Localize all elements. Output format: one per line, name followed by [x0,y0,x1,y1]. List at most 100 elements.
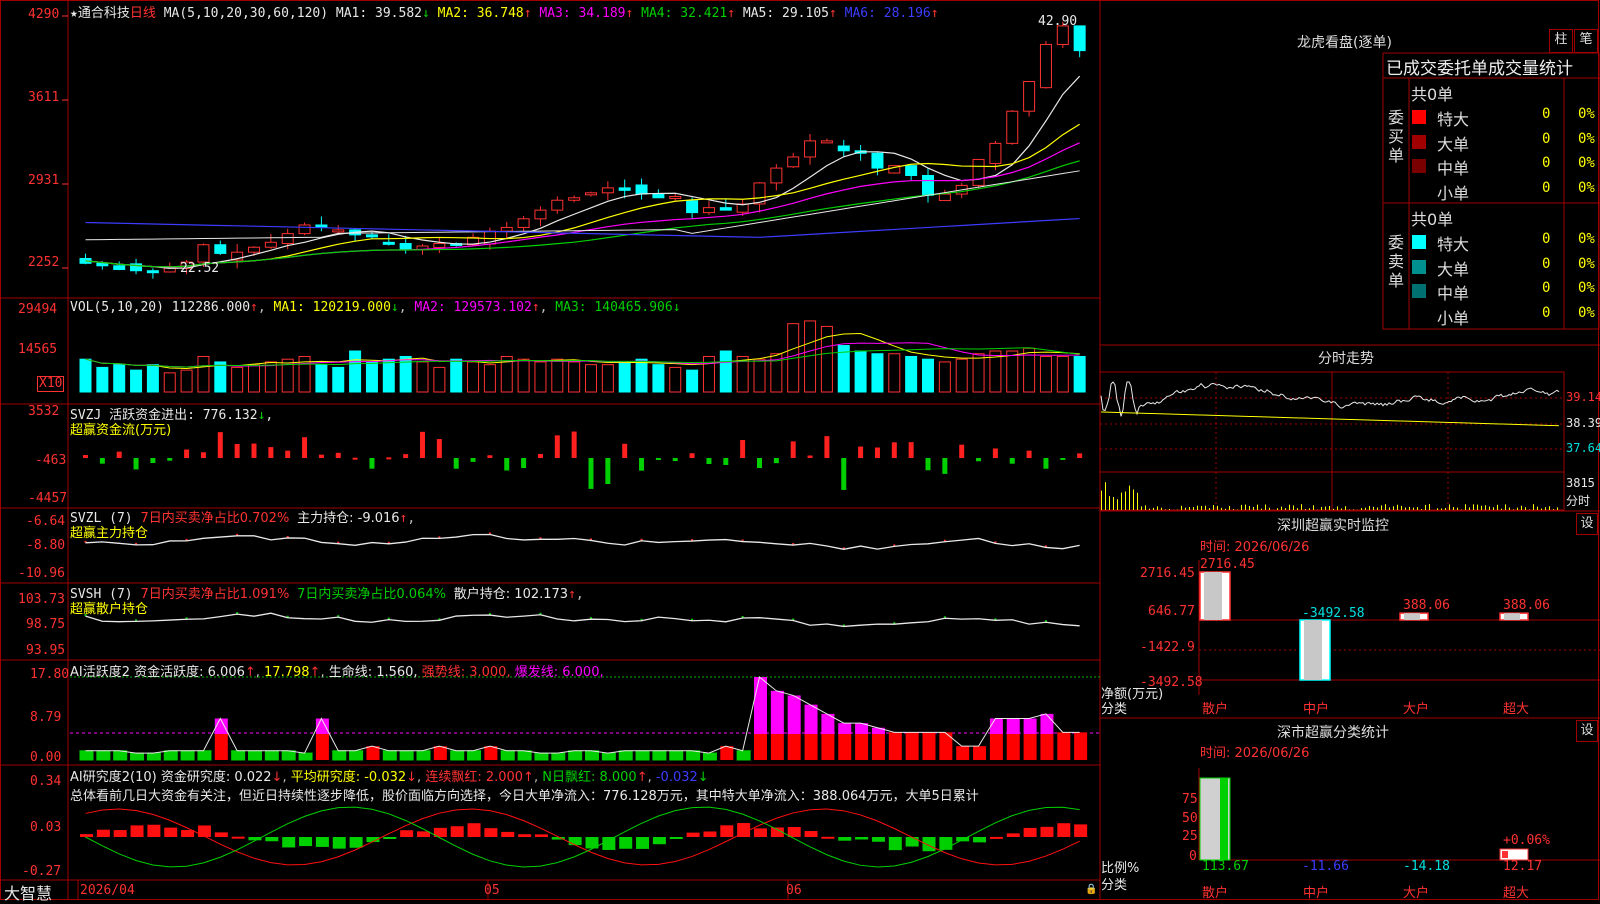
fenshi-volume-bar [1501,509,1502,510]
candle-body [299,225,310,234]
activity-bar-green [333,751,346,760]
fenshi-volume-bar [1133,489,1134,510]
ma-value-ma6: MA6: 28.196 [845,6,931,21]
activity-bar-green [518,751,531,760]
fenshi-volume-bar [1349,509,1350,510]
stock-charts[interactable] [0,0,1600,900]
x-axis-label: 06 [786,883,802,898]
volume-bar [1074,356,1085,392]
x-axis-label: 05 [484,883,500,898]
monitor-title: 深圳超赢实时监控 [1277,515,1389,535]
fund-flow-bar [774,458,779,463]
volume-bar [350,351,361,392]
volume-bar [468,362,479,392]
stats-bar-accent [1502,851,1508,858]
monitor-settings-button[interactable]: 设 [1576,513,1598,535]
ma-value-ma1: MA1: 39.582 [336,6,422,21]
research-bar [889,837,902,850]
research-bar [350,837,363,848]
star-icon[interactable]: ★ [70,6,78,21]
fenshi-volume-bar [1341,508,1342,510]
stats-settings-button[interactable]: 设 [1576,720,1598,742]
activity-bar-green [249,751,262,760]
fenshi-volume-bar [1437,508,1438,510]
research-bar [518,834,531,837]
activity-bar-green [417,751,430,760]
volume-bar [939,362,950,392]
fenshi-volume-bar [1537,507,1538,510]
tick-button[interactable]: 笔 [1574,29,1598,53]
fund-flow-bar [420,432,425,458]
research-bar [147,825,160,837]
research-bar [114,830,127,837]
fenshi-volume-bar [1497,505,1498,510]
volume-bar [636,359,647,392]
vol-header: VOL(5,10,20) 112286.000↑, MA1: 120219.00… [70,300,681,315]
stats-cat: 中户 [1303,882,1329,901]
fund-flow-bar [268,447,273,458]
research-bar [299,837,312,846]
fenshi-volume-bar [1297,508,1298,510]
candle-body [653,194,664,198]
order-count: 0 [1542,280,1550,296]
volume-bar [1040,356,1051,392]
activity-bar-red [366,746,379,760]
fund-flow-bar [639,458,644,471]
lock-icon[interactable]: 🔒 [1085,884,1097,895]
volume-bar [451,359,462,392]
svsh-y-tick: 103.73 [18,592,65,607]
vol-y-tick: 29494 [18,302,57,317]
fenshi-volume-bar [1477,505,1478,510]
candle-body [586,193,597,195]
fenshi-volume-bar [1269,508,1270,510]
fenshi-volume-bar [1285,508,1286,510]
fenshi-volume-bar [1157,506,1158,510]
fenshi-volume-bar [1489,507,1490,510]
fund-flow-bar [555,435,560,458]
candle-body [838,146,849,151]
fenshi-volume-bar [1397,505,1398,510]
fenshi-volume-bar [1345,506,1346,510]
order-count: 0 [1542,131,1550,147]
activity-bar-green [619,751,632,760]
vol-label: VOL(5,10,20) [70,300,164,315]
candle-body [400,244,411,250]
ma3-line [86,143,1080,267]
column-button[interactable]: 柱 [1549,29,1573,53]
fenshi-volume-bar [1541,509,1542,510]
fenshi-volume-bar [1381,505,1382,510]
fund-flow-bar [319,455,324,458]
order-pct: 0% [1578,155,1595,171]
activity-bar-green [670,751,683,760]
activity-bar-red [956,746,969,760]
volume-bar [484,365,495,392]
svsh-red: 7日内买卖净占比1.091% [140,587,289,602]
monitor-cat: 大户 [1403,698,1429,717]
candle-body [198,245,209,262]
activity-bar-magenta [872,728,885,734]
ma-value-ma4: MA4: 32.421 [641,6,727,21]
research-bar [906,837,919,847]
fenshi-volume-bar [1421,509,1422,510]
activity-bar-green [636,751,649,760]
monitor-value: 388.06 [1403,598,1450,613]
volume-stats-tab[interactable]: 已成交委托单成交量统计 [1386,54,1573,79]
volume-bar [417,362,428,392]
research-bar [619,837,632,849]
fenshi-volume-bar [1549,506,1550,510]
fenshi-volume-bar [1325,507,1326,510]
fund-flow-bar [201,452,206,458]
svzl-y-tick: -10.96 [18,566,65,581]
activity-bar-red [1057,732,1070,760]
fenshi-volume-bar [1185,508,1186,510]
order-pct: 0% [1578,280,1595,296]
order-count: 0 [1542,106,1550,122]
fenshi-volume-bar [1521,506,1522,510]
research-bar [636,837,649,849]
research-bar [687,833,700,837]
fenshi-title: 分时走势 [1318,348,1374,368]
period-label[interactable]: 日线 [130,6,156,21]
fenshi-volume-bar [1557,507,1558,510]
net-amount-bar-shade [1504,613,1520,620]
fenshi-volume-bar [1493,507,1494,510]
